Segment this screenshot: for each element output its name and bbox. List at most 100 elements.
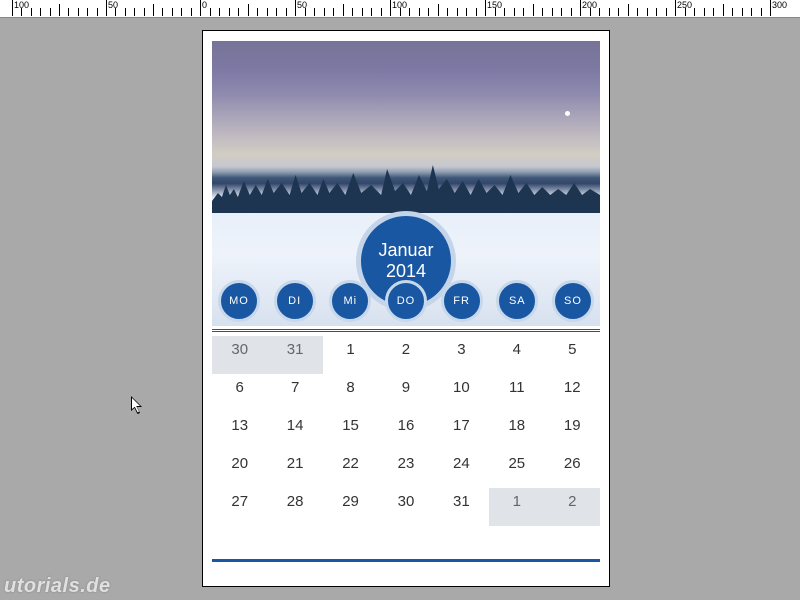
canvas-area[interactable]: Januar 2014 MODIMiDOFRSASO 3031123456789… (0, 18, 800, 600)
ruler-tick-minor (352, 8, 353, 16)
calendar-day-cell[interactable]: 28 (267, 488, 322, 526)
ruler-tick-minor (21, 8, 22, 16)
ruler-tick-minor (552, 8, 553, 16)
ruler-tick-minor (219, 8, 220, 16)
calendar-day-cell[interactable]: 16 (378, 412, 433, 450)
horizontal-ruler[interactable]: 10050050100150200250300 (0, 0, 800, 18)
ruler-tick-minor (134, 8, 135, 16)
ruler-tick-minor (87, 8, 88, 16)
calendar-day-cell[interactable]: 1 (323, 336, 378, 374)
calendar-row: 6789101112 (212, 374, 600, 412)
ruler-tick-minor (704, 8, 705, 16)
ruler-tick-minor (371, 8, 372, 16)
weekday-badge: FR (441, 280, 483, 322)
ruler-tick-minor (68, 8, 69, 16)
calendar-row: 272829303112 (212, 488, 600, 526)
calendar-day-cell[interactable]: 3 (434, 336, 489, 374)
calendar-day-cell[interactable]: 2 (545, 488, 600, 526)
calendar-day-cell[interactable]: 18 (489, 412, 544, 450)
ruler-tick-minor (286, 8, 287, 16)
ruler-tick-minor (495, 8, 496, 16)
calendar-day-cell[interactable]: 13 (212, 412, 267, 450)
header-separator (212, 329, 600, 332)
ruler-tick-minor (523, 8, 524, 16)
ruler-tick-minor (59, 4, 60, 16)
treeline-icon (212, 161, 600, 213)
weekday-badge: SO (552, 280, 594, 322)
ruler-tick-minor (115, 8, 116, 16)
calendar-day-cell[interactable]: 7 (267, 374, 322, 412)
ruler-tick-minor (656, 8, 657, 16)
calendar-day-cell[interactable]: 20 (212, 450, 267, 488)
ruler-tick-minor (533, 4, 534, 16)
weekday-badge: DI (274, 280, 316, 322)
ruler-tick-minor (742, 8, 743, 16)
ruler-tick-minor (609, 8, 610, 16)
weekday-badge: SA (496, 280, 538, 322)
calendar-day-cell[interactable]: 15 (323, 412, 378, 450)
weekday-badge: Mi (329, 280, 371, 322)
calendar-day-cell[interactable]: 9 (378, 374, 433, 412)
calendar-photo: Januar 2014 MODIMiDOFRSASO (212, 41, 600, 326)
ruler-tick-minor (257, 8, 258, 16)
calendar-day-cell[interactable]: 4 (489, 336, 544, 374)
watermark-text: utorials.de (0, 573, 115, 600)
calendar-day-cell[interactable]: 23 (378, 450, 433, 488)
ruler-tick-minor (125, 8, 126, 16)
cursor-icon (131, 396, 145, 421)
calendar-day-cell[interactable]: 2 (378, 336, 433, 374)
calendar-day-cell[interactable]: 26 (545, 450, 600, 488)
calendar-day-cell[interactable]: 11 (489, 374, 544, 412)
ruler-tick-major (580, 0, 581, 16)
ruler-tick-major (295, 0, 296, 16)
calendar-document[interactable]: Januar 2014 MODIMiDOFRSASO 3031123456789… (202, 30, 610, 587)
ruler-tick-minor (590, 8, 591, 16)
weekday-header-row: MODIMiDOFRSASO (212, 280, 600, 326)
ruler-tick-minor (447, 8, 448, 16)
ruler-tick-major (200, 0, 201, 16)
calendar-grid: 3031123456789101112131415161718192021222… (212, 336, 600, 564)
weekday-badge: DO (385, 280, 427, 322)
calendar-day-cell[interactable]: 22 (323, 450, 378, 488)
footer-line (212, 559, 600, 562)
ruler-tick-minor (229, 8, 230, 16)
calendar-day-cell[interactable]: 19 (545, 412, 600, 450)
ruler-tick-minor (457, 8, 458, 16)
calendar-day-cell[interactable]: 5 (545, 336, 600, 374)
ruler-tick-minor (144, 8, 145, 16)
calendar-day-cell[interactable]: 31 (267, 336, 322, 374)
ruler-tick-minor (324, 8, 325, 16)
calendar-day-cell[interactable]: 29 (323, 488, 378, 526)
ruler-tick-minor (31, 8, 32, 16)
calendar-day-cell[interactable]: 8 (323, 374, 378, 412)
ruler-tick-minor (162, 8, 163, 16)
calendar-day-cell[interactable]: 17 (434, 412, 489, 450)
ruler-tick-minor (514, 8, 515, 16)
calendar-day-cell[interactable]: 24 (434, 450, 489, 488)
ruler-tick-minor (172, 8, 173, 16)
calendar-day-cell[interactable]: 30 (378, 488, 433, 526)
calendar-day-cell[interactable]: 10 (434, 374, 489, 412)
ruler-tick-minor (248, 4, 249, 16)
calendar-day-cell[interactable]: 27 (212, 488, 267, 526)
ruler-label: 50 (108, 0, 118, 10)
calendar-day-cell[interactable]: 25 (489, 450, 544, 488)
calendar-day-cell[interactable]: 12 (545, 374, 600, 412)
ruler-tick-minor (78, 8, 79, 16)
ruler-tick-minor (343, 4, 344, 16)
ruler-tick-minor (305, 8, 306, 16)
calendar-day-cell[interactable]: 30 (212, 336, 267, 374)
calendar-day-cell[interactable]: 31 (434, 488, 489, 526)
calendar-row: 303112345 (212, 336, 600, 374)
calendar-day-cell[interactable]: 14 (267, 412, 322, 450)
ruler-tick-minor (400, 8, 401, 16)
month-year-text: Januar 2014 (378, 240, 433, 281)
ruler-label: 300 (772, 0, 787, 10)
ruler-tick-minor (181, 8, 182, 16)
calendar-day-cell[interactable]: 21 (267, 450, 322, 488)
calendar-day-cell[interactable]: 1 (489, 488, 544, 526)
calendar-day-cell[interactable]: 6 (212, 374, 267, 412)
ruler-tick-minor (732, 8, 733, 16)
ruler-tick-minor (267, 8, 268, 16)
ruler-tick-minor (571, 8, 572, 16)
